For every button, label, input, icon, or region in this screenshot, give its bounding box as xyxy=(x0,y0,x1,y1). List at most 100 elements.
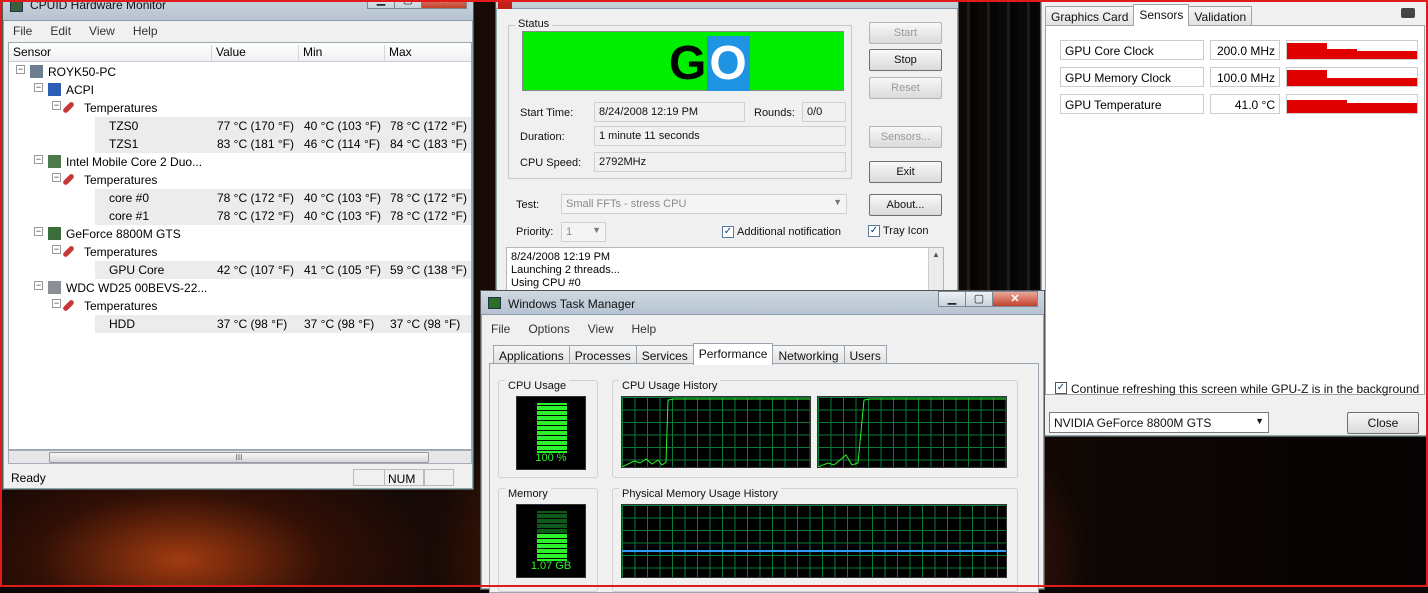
reset-button[interactable]: Reset xyxy=(869,77,942,99)
priority-select[interactable]: 1 ▼ xyxy=(561,222,606,242)
tab-services[interactable]: Services xyxy=(635,345,694,365)
sensors-button[interactable]: Sensors... xyxy=(869,126,942,148)
task-manager-titlebar[interactable]: Windows Task Manager ▁ ▢ ✕ xyxy=(481,291,1044,315)
horizontal-scrollbar[interactable]: III xyxy=(8,450,472,464)
collapse-toggle-icon[interactable]: − xyxy=(34,83,43,92)
memory-gauge: 1.07 GB xyxy=(516,504,586,578)
tray-icon-checkbox[interactable]: ✓ xyxy=(868,225,880,237)
sensor-value: 37 °C (98 °F) xyxy=(217,317,288,331)
tab-validation[interactable]: Validation xyxy=(1188,6,1253,26)
sensor-min: 40 °C (103 °F) xyxy=(304,191,381,205)
about-button[interactable]: About... xyxy=(869,194,942,216)
camera-icon[interactable] xyxy=(1401,8,1415,18)
exit-button[interactable]: Exit xyxy=(869,161,942,183)
refresh-background-checkbox[interactable]: ✓ xyxy=(1055,382,1067,394)
close-button[interactable]: ✕ xyxy=(421,0,467,9)
scroll-up-icon[interactable]: ▲ xyxy=(929,248,943,261)
table-row[interactable]: core #1 78 °C (172 °F) 40 °C (103 °F) 78 °C… xyxy=(9,207,471,225)
sensor-name: Temperatures xyxy=(84,173,158,187)
tab-networking[interactable]: Networking xyxy=(772,345,845,365)
sensor-value: 41.0 °C xyxy=(1210,94,1280,114)
tab-users[interactable]: Users xyxy=(843,345,887,365)
collapse-toggle-icon[interactable]: − xyxy=(34,281,43,290)
collapse-toggle-icon[interactable]: − xyxy=(52,245,61,254)
sensor-tree-table[interactable]: Sensor Value Min Max − ROYK50-PC − ACPI − Tem… xyxy=(8,42,472,450)
sensor-value: 77 °C (170 °F) xyxy=(217,119,294,133)
maximize-button[interactable]: ▢ xyxy=(394,0,422,9)
close-button[interactable]: Close xyxy=(1347,412,1419,434)
table-row[interactable]: − ROYK50-PC xyxy=(9,63,471,81)
sensor-name: Intel Mobile Core 2 Duo... xyxy=(66,155,203,169)
table-row[interactable]: HDD 37 °C (98 °F) 37 °C (98 °F) 37 °C (98 °… xyxy=(9,315,471,333)
stop-button[interactable]: Stop xyxy=(869,49,942,71)
table-row[interactable]: − WDC WD25 00BEVS-22... xyxy=(9,279,471,297)
gpuz-tabs: Graphics Card Sensors Validation xyxy=(1045,4,1253,26)
tab-graphics-card[interactable]: Graphics Card xyxy=(1045,6,1135,26)
rounds-field: 0/0 xyxy=(802,102,846,122)
memory-group: Memory 1.07 GB xyxy=(498,488,598,592)
menu-view[interactable]: View xyxy=(80,24,124,38)
collapse-toggle-icon[interactable]: − xyxy=(52,101,61,110)
collapse-toggle-icon[interactable]: − xyxy=(34,227,43,236)
minimize-button[interactable]: ▁ xyxy=(367,0,395,9)
tray-icon-label: Tray Icon xyxy=(883,225,929,237)
cpu-history-graph-core1 xyxy=(817,396,1007,468)
prime95-titlebar[interactable] xyxy=(496,0,958,9)
chevron-down-icon: ▼ xyxy=(1255,416,1264,426)
sensor-name: Temperatures xyxy=(84,245,158,259)
start-button[interactable]: Start xyxy=(869,22,942,44)
sensor-name: GPU Core xyxy=(109,263,165,277)
hwmonitor-titlebar[interactable]: CPUID Hardware Monitor ▁ ▢ ✕ xyxy=(3,0,473,21)
tab-performance[interactable]: Performance xyxy=(692,343,774,365)
additional-notification-checkbox[interactable]: ✓ xyxy=(722,226,734,238)
table-row[interactable]: − Temperatures xyxy=(9,243,471,261)
table-row[interactable]: − GeForce 8800M GTS xyxy=(9,225,471,243)
cpu-usage-label: CPU Usage xyxy=(505,380,570,392)
cpu-usage-value: 100 % xyxy=(535,452,567,464)
additional-notification-label: Additional notification xyxy=(737,226,841,238)
table-row[interactable]: − ACPI xyxy=(9,81,471,99)
collapse-toggle-icon[interactable]: − xyxy=(52,299,61,308)
menu-file[interactable]: File xyxy=(482,322,519,336)
test-select[interactable]: Small FFTs - stress CPU ▼ xyxy=(561,194,847,214)
column-sensor[interactable]: Sensor xyxy=(9,45,212,61)
collapse-toggle-icon[interactable]: − xyxy=(52,173,61,182)
tab-sensors[interactable]: Sensors xyxy=(1133,4,1190,26)
collapse-toggle-icon[interactable]: − xyxy=(16,65,25,74)
sensor-min: 40 °C (103 °F) xyxy=(304,209,381,223)
status-pane-empty-2 xyxy=(424,469,454,486)
menu-view[interactable]: View xyxy=(579,322,623,336)
column-max[interactable]: Max xyxy=(385,45,471,61)
sensor-max: 59 °C (138 °F) xyxy=(390,263,467,277)
sensor-max: 37 °C (98 °F) xyxy=(390,317,461,331)
column-value[interactable]: Value xyxy=(212,45,299,61)
table-row[interactable]: − Temperatures xyxy=(9,297,471,315)
menu-help[interactable]: Help xyxy=(124,24,167,38)
table-row[interactable]: TZS1 83 °C (181 °F) 46 °C (114 °F) 84 °C (1… xyxy=(9,135,471,153)
minimize-button[interactable]: ▁ xyxy=(938,291,966,307)
table-row[interactable]: − Temperatures xyxy=(9,99,471,117)
cpu-chip-icon xyxy=(48,155,61,168)
sensor-max: 78 °C (172 °F) xyxy=(390,191,467,205)
collapse-toggle-icon[interactable]: − xyxy=(34,155,43,164)
table-row[interactable]: GPU Core 42 °C (107 °F) 41 °C (105 °F) 59 °… xyxy=(9,261,471,279)
tab-applications[interactable]: Applications xyxy=(493,345,570,365)
menu-help[interactable]: Help xyxy=(623,322,666,336)
table-row[interactable]: − Intel Mobile Core 2 Duo... xyxy=(9,153,471,171)
tab-processes[interactable]: Processes xyxy=(568,345,637,365)
column-min[interactable]: Min xyxy=(299,45,385,61)
task-manager-tabs: Applications Processes Services Performa… xyxy=(493,343,887,365)
menu-options[interactable]: Options xyxy=(519,322,578,336)
cpu-history-line-core0 xyxy=(622,398,810,467)
scrollbar-thumb[interactable]: III xyxy=(49,452,429,463)
close-button[interactable]: ✕ xyxy=(992,291,1038,307)
sensor-max: 78 °C (172 °F) xyxy=(390,119,467,133)
menu-edit[interactable]: Edit xyxy=(41,24,80,38)
table-row[interactable]: − Temperatures xyxy=(9,171,471,189)
maximize-button[interactable]: ▢ xyxy=(965,291,993,307)
table-row[interactable]: core #0 78 °C (172 °F) 40 °C (103 °F) 78 °C… xyxy=(9,189,471,207)
sensor-name: GPU Temperature xyxy=(1060,94,1204,114)
table-row[interactable]: TZS0 77 °C (170 °F) 40 °C (103 °F) 78 °C (1… xyxy=(9,117,471,135)
menu-file[interactable]: File xyxy=(4,24,41,38)
device-select[interactable]: NVIDIA GeForce 8800M GTS ▼ xyxy=(1049,412,1269,433)
